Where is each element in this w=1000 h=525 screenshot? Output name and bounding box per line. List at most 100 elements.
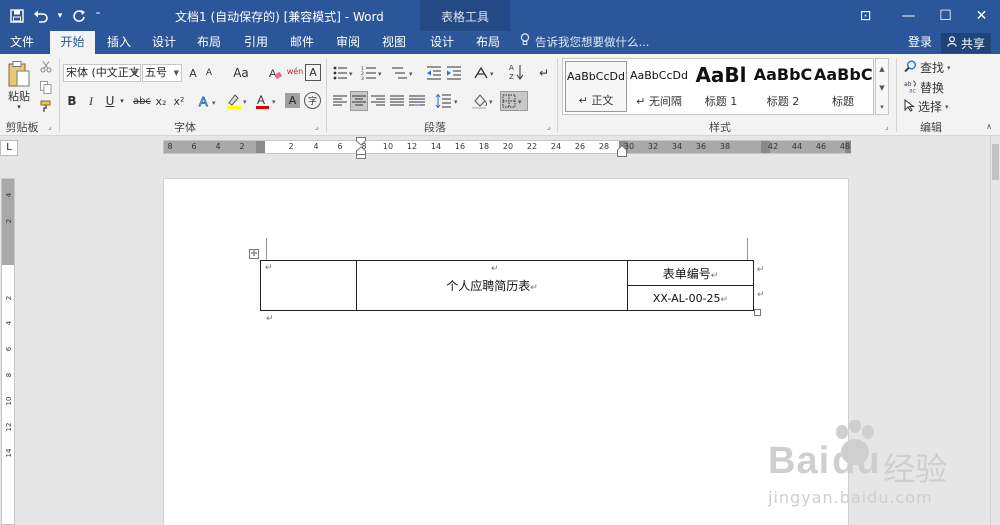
numbering-icon[interactable]: 1 2 3 ▾ (360, 64, 386, 82)
more-styles-icon[interactable]: ▾ (876, 97, 888, 116)
shading-icon[interactable]: ▾ (470, 92, 498, 110)
shrink-font-button[interactable]: A (202, 64, 216, 82)
multilevel-list-icon[interactable]: ▾ (390, 64, 416, 82)
subscript-button[interactable]: x₂ (153, 92, 169, 110)
line-spacing-icon[interactable]: ▾ (434, 92, 462, 110)
resume-header-table[interactable]: ↵ ↵ 个人应聘简历表↵ 表单编号↵ XX-AL-00-25↵ (260, 260, 754, 311)
tab-stop-selector[interactable]: L (0, 140, 18, 156)
paragraph-launcher-icon[interactable]: ⌟ (547, 122, 551, 131)
document-page[interactable] (163, 178, 849, 525)
share-button[interactable]: 共享 (941, 33, 991, 53)
scrollbar-thumb[interactable] (992, 144, 999, 180)
undo-dropdown-icon[interactable]: ▾ (54, 5, 66, 27)
replace-button[interactable]: ab ac 替换 (904, 79, 944, 96)
tab-design[interactable]: 设计 (143, 31, 185, 54)
character-shading-icon[interactable]: A (285, 93, 300, 108)
style-no-spacing[interactable]: AaBbCcDd ↵ 无间隔 (628, 61, 690, 112)
phonetic-guide-button[interactable]: wén (286, 62, 304, 82)
paste-dropdown-icon[interactable]: ▾ (12, 102, 26, 112)
font-launcher-icon[interactable]: ⌟ (315, 122, 319, 131)
table-column-marker[interactable] (256, 141, 265, 153)
sign-in-link[interactable]: 登录 (908, 31, 932, 54)
strikethrough-button[interactable]: abc (131, 92, 153, 110)
chinese-layout-icon[interactable]: ▾ (472, 64, 498, 82)
close-icon[interactable]: ✕ (960, 0, 1000, 31)
right-indent-marker[interactable] (617, 144, 627, 157)
tab-home[interactable]: 开始 (50, 31, 95, 54)
table-cell-logo[interactable]: ↵ (260, 260, 357, 311)
superscript-button[interactable]: x² (171, 92, 187, 110)
style-normal[interactable]: AaBbCcDd ↵ 正文 (565, 61, 627, 112)
customize-qat-icon[interactable]: ⁼ (92, 5, 104, 27)
group-divider (59, 58, 60, 132)
tab-review[interactable]: 审阅 (327, 31, 369, 54)
change-case-button[interactable]: Aa (228, 64, 254, 82)
font-color-icon[interactable]: A ▾ (254, 92, 280, 110)
tab-references[interactable]: 引用 (235, 31, 277, 54)
tell-me-box[interactable]: 告诉我您想要做什么... (520, 31, 649, 54)
svg-text:▾: ▾ (518, 98, 522, 106)
table-cell-form-no-value[interactable]: XX-AL-00-25↵ (627, 285, 754, 311)
collapse-ribbon-icon[interactable]: ∧ (983, 120, 995, 132)
clipboard-launcher-icon[interactable]: ⌟ (48, 122, 52, 131)
bullets-icon[interactable]: ▾ (332, 64, 356, 82)
text-effects-icon[interactable]: A ▾ (197, 92, 221, 110)
tab-insert[interactable]: 插入 (98, 31, 140, 54)
redo-icon[interactable] (68, 5, 90, 27)
table-cell-title[interactable]: ↵ 个人应聘简历表↵ (356, 260, 628, 311)
sort-icon[interactable]: AZ (508, 62, 526, 82)
justify-icon[interactable] (389, 92, 405, 110)
ruler-number: 2 (288, 142, 294, 151)
distributed-icon[interactable] (408, 92, 426, 110)
table-move-handle-icon[interactable]: ✛ (249, 249, 259, 259)
tab-layout[interactable]: 布局 (188, 31, 230, 54)
tab-view[interactable]: 视图 (373, 31, 415, 54)
align-left-icon[interactable] (332, 92, 348, 110)
clear-formatting-icon[interactable]: A (266, 64, 284, 82)
styles-launcher-icon[interactable]: ⌟ (885, 122, 889, 131)
save-icon[interactable] (6, 5, 28, 27)
vertical-scrollbar[interactable] (990, 136, 1000, 525)
paste-icon[interactable] (5, 59, 33, 89)
chevron-down-icon[interactable]: ▼ (876, 78, 888, 97)
tab-file[interactable]: 文件 (0, 31, 44, 54)
style-title[interactable]: AaBbC 标题 (814, 61, 872, 112)
find-button[interactable]: 查找 ▾ (904, 59, 951, 76)
first-line-indent-marker[interactable] (356, 137, 366, 159)
horizontal-ruler[interactable]: 8 6 4 2 2 4 6 8 10 12 14 16 18 20 22 24 26 28 30 32 34 36 38 42… (163, 140, 851, 154)
align-right-icon[interactable] (370, 92, 386, 110)
highlight-color-icon[interactable]: ▾ (225, 92, 251, 110)
select-button[interactable]: 选择 ▾ (904, 98, 949, 115)
tab-table-layout[interactable]: 布局 (466, 31, 510, 54)
tab-table-design[interactable]: 设计 (420, 31, 464, 54)
underline-button[interactable]: U (104, 92, 116, 110)
paste-label[interactable]: 粘贴 (4, 89, 34, 103)
tab-mailings[interactable]: 邮件 (281, 31, 323, 54)
format-painter-icon[interactable] (38, 98, 54, 114)
ribbon-display-options-icon[interactable]: ⊡ (844, 0, 887, 31)
align-center-icon[interactable] (350, 91, 368, 111)
svg-text:A: A (257, 93, 265, 107)
table-resize-handle[interactable] (754, 309, 761, 316)
font-name-combo[interactable]: 宋体 (中文正文 ▼ (63, 64, 141, 82)
character-border-button[interactable]: A (305, 64, 321, 81)
increase-indent-icon[interactable] (445, 64, 463, 82)
copy-icon[interactable] (38, 79, 54, 95)
show-paragraph-marks-icon[interactable]: ↵ (536, 64, 552, 82)
grow-font-button[interactable]: A (186, 64, 200, 82)
bold-button[interactable]: B (66, 92, 78, 110)
font-size-combo[interactable]: 五号 ▼ (142, 64, 182, 82)
cut-icon[interactable] (38, 59, 54, 75)
decrease-indent-icon[interactable] (425, 64, 443, 82)
undo-icon[interactable] (30, 5, 52, 27)
vertical-ruler[interactable]: 4 2 2 4 6 8 10 12 14 (1, 178, 15, 525)
ruler-left-margin (164, 141, 261, 153)
enclose-characters-icon[interactable]: 字 (304, 92, 321, 109)
underline-dropdown-icon[interactable]: ▾ (118, 96, 126, 106)
chevron-up-icon[interactable]: ▲ (876, 59, 888, 78)
table-cell-form-no-label[interactable]: 表单编号↵ (627, 260, 754, 286)
style-heading-1[interactable]: AaBl 标题 1 (690, 61, 752, 112)
borders-icon[interactable]: ▾ (500, 91, 528, 111)
style-heading-2[interactable]: AaBbC 标题 2 (752, 61, 814, 112)
italic-button[interactable]: I (85, 92, 97, 110)
